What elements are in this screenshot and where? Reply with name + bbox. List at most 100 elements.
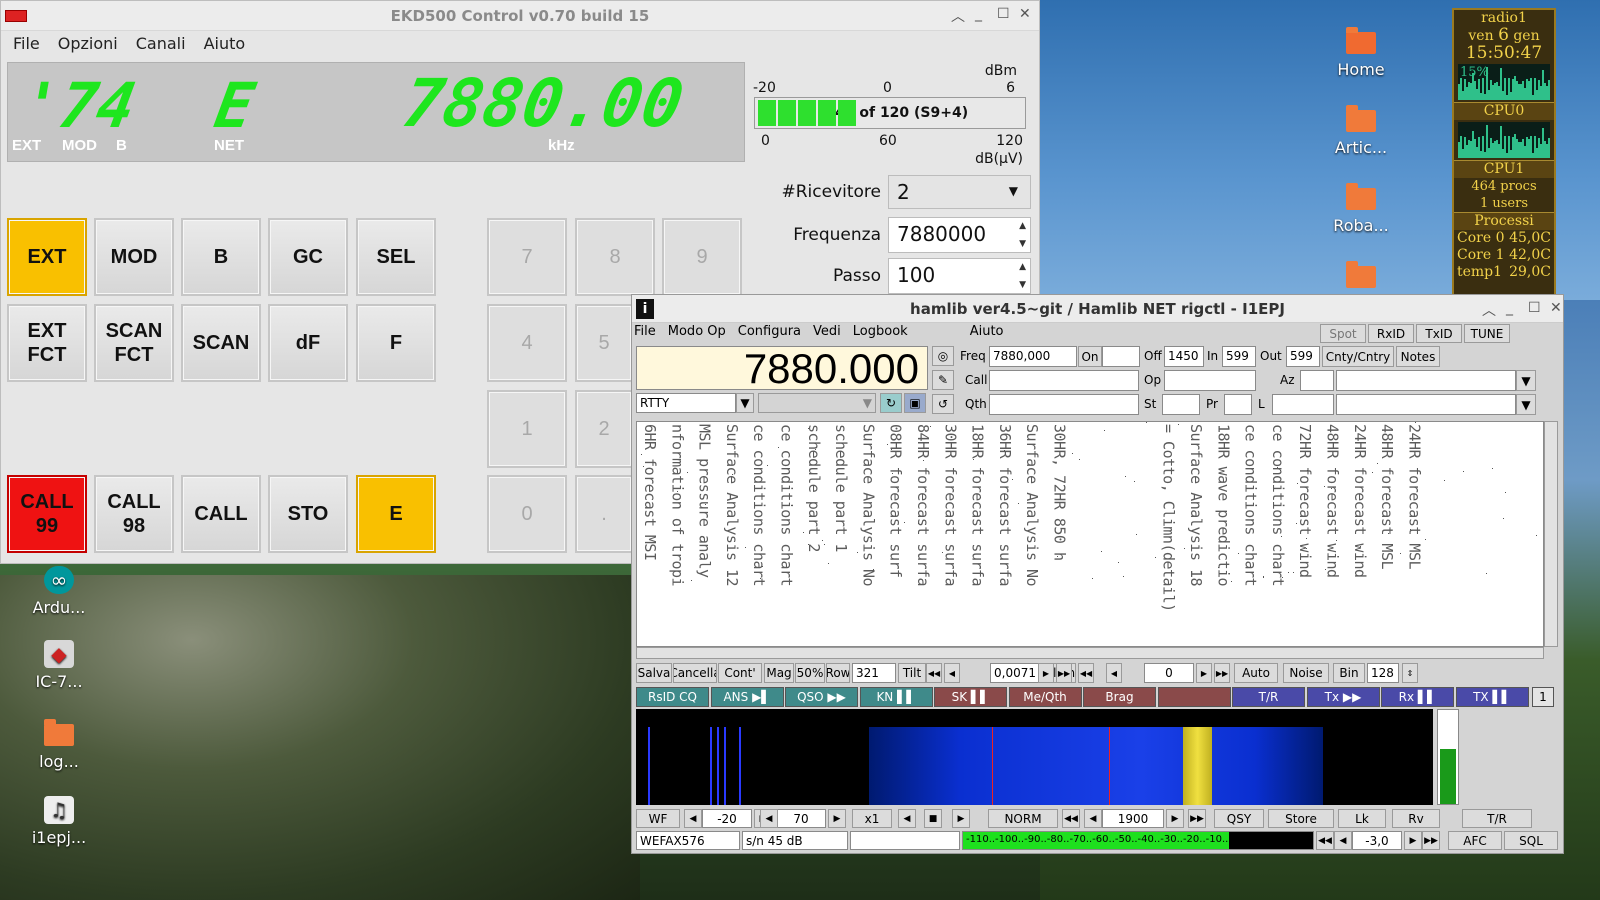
afc-toggle[interactable]: AFC bbox=[1448, 831, 1502, 850]
ricevitore-select[interactable]: 2 ▼ bbox=[888, 175, 1031, 209]
fldigi-titlebar[interactable]: i hamlib ver4.5~git / Hamlib NET rigctl … bbox=[632, 295, 1563, 323]
keypad-key-dot[interactable]: . bbox=[575, 475, 633, 553]
arrow-icon[interactable]: ◀◀ bbox=[926, 663, 942, 683]
keypad-key-2[interactable]: 2 bbox=[575, 390, 633, 468]
macro-button[interactable]: Me/Qth bbox=[1009, 687, 1082, 707]
waterfall-display[interactable] bbox=[636, 709, 1433, 805]
macro-button[interactable]: 1 bbox=[1532, 687, 1554, 707]
province-field[interactable] bbox=[1224, 394, 1252, 415]
clear-button[interactable]: Cancella bbox=[673, 663, 717, 683]
tag-icon[interactable]: ✎ bbox=[932, 370, 954, 390]
desktop-icon-roba[interactable]: Roba... bbox=[1326, 188, 1396, 235]
locator-field[interactable] bbox=[1272, 394, 1334, 415]
shade-icon[interactable]: ︿ bbox=[1482, 300, 1496, 320]
notes-button[interactable]: Notes bbox=[1396, 346, 1440, 367]
close-icon[interactable]: ✕ bbox=[1019, 6, 1031, 22]
norm-button[interactable]: NORM bbox=[988, 809, 1058, 828]
wf-button[interactable]: WF bbox=[636, 809, 680, 828]
clear-icon[interactable]: ↺ bbox=[932, 394, 954, 414]
ekd-button-gc[interactable]: GC bbox=[268, 218, 348, 296]
menu-file[interactable]: File bbox=[13, 34, 40, 54]
state-field[interactable] bbox=[1162, 394, 1200, 415]
sql-toggle[interactable]: SQL bbox=[1504, 831, 1558, 850]
desktop-icon-folder[interactable] bbox=[1326, 266, 1396, 294]
bandwidth-select[interactable]: ▼ bbox=[758, 393, 876, 413]
keypad-key-9[interactable]: 9 bbox=[662, 218, 742, 296]
tr-button[interactable]: T/R bbox=[1462, 809, 1532, 828]
noise-toggle[interactable]: Noise bbox=[1283, 663, 1329, 683]
arrow-icon[interactable]: ◀ bbox=[684, 809, 702, 828]
arrow-icon[interactable]: ▶ bbox=[1404, 831, 1422, 850]
arrow-icon[interactable]: ◀ bbox=[944, 663, 960, 683]
arrow-icon[interactable]: ▶▶ bbox=[1188, 809, 1206, 828]
arrow-icon[interactable]: ▶▶ bbox=[1214, 663, 1230, 683]
arrow-icon[interactable]: ▶▶ bbox=[1422, 831, 1440, 850]
ekd-button-mod[interactable]: MOD bbox=[94, 218, 174, 296]
on-time-button[interactable]: On bbox=[1078, 346, 1102, 367]
ekd-button-ext[interactable]: EXT bbox=[7, 218, 87, 296]
chevron-down-icon[interactable]: ▼ bbox=[1516, 394, 1536, 415]
ekd-button-call-99[interactable]: CALL 99 bbox=[7, 475, 87, 553]
arrow-icon[interactable]: ▶ bbox=[1038, 663, 1054, 683]
menu-aiuto[interactable]: Aiuto bbox=[204, 34, 246, 54]
on-time-field[interactable] bbox=[1102, 346, 1140, 367]
arrow-icon[interactable]: ◀ bbox=[1106, 663, 1122, 683]
freq-field[interactable]: 7880,000 bbox=[989, 346, 1077, 367]
macro-button[interactable]: T/R bbox=[1232, 687, 1305, 707]
maximize-icon[interactable]: ☐ bbox=[997, 6, 1010, 22]
keypad-key-7[interactable]: 7 bbox=[487, 218, 567, 296]
wf-low-field[interactable]: -20 bbox=[702, 809, 752, 828]
ekd-titlebar[interactable]: EKD500 Control v0.70 build 15 ︿ _ ☐ ✕ bbox=[1, 1, 1039, 31]
keypad-key-4[interactable]: 4 bbox=[487, 304, 567, 382]
menu-modo-op[interactable]: Modo Op bbox=[668, 324, 726, 342]
mag-select[interactable]: 50% bbox=[795, 663, 825, 683]
reverse-toggle[interactable]: Rv bbox=[1392, 809, 1440, 828]
maximize-icon[interactable]: ☐ bbox=[1528, 300, 1541, 316]
ekd-button-call[interactable]: CALL bbox=[181, 475, 261, 553]
arrow-icon[interactable]: ◀◀ bbox=[1316, 831, 1334, 850]
macro-button[interactable]: KN ▌▌ bbox=[860, 687, 933, 707]
auto-toggle[interactable]: Auto bbox=[1234, 663, 1278, 683]
qth-field[interactable] bbox=[989, 394, 1139, 415]
mode-select[interactable]: RTTY bbox=[636, 393, 736, 413]
arrow-icon[interactable]: ◀◀ bbox=[1062, 809, 1080, 828]
lock-toggle[interactable]: Lk bbox=[1338, 809, 1386, 828]
audio-freq-field[interactable]: 1900 bbox=[1102, 809, 1164, 828]
macro-button[interactable]: TX ▌▌ bbox=[1456, 687, 1529, 707]
cnty-button[interactable]: Cnty/Cntry bbox=[1322, 346, 1394, 367]
arrow-icon[interactable]: ▶ bbox=[952, 809, 970, 828]
desktop-icon-home[interactable]: Home bbox=[1326, 32, 1396, 79]
macro-button[interactable]: Tx ▶▶ bbox=[1307, 687, 1380, 707]
macro-button[interactable]: RsID CQ bbox=[636, 687, 709, 707]
macro-button[interactable]: SK ▌▌ bbox=[934, 687, 1007, 707]
tune-toggle[interactable]: TUNE bbox=[1464, 324, 1510, 343]
store-button[interactable]: Store bbox=[1268, 809, 1334, 828]
arrow-icon[interactable]: ◀ bbox=[1334, 831, 1352, 850]
rst-in-field[interactable]: 599 bbox=[1222, 346, 1256, 367]
chevron-down-icon[interactable]: ▼ bbox=[736, 393, 754, 413]
ekd-button-sto[interactable]: STO bbox=[268, 475, 348, 553]
align-field[interactable]: 0 bbox=[1144, 663, 1194, 683]
rst-out-field[interactable]: 599 bbox=[1286, 346, 1320, 367]
macro-button[interactable]: QSO ▶▶ bbox=[785, 687, 858, 707]
qsy-button[interactable]: QSY bbox=[1214, 809, 1264, 828]
menu-opzioni[interactable]: Opzioni bbox=[58, 34, 118, 54]
macro-button[interactable] bbox=[1158, 687, 1231, 707]
arrow-icon[interactable]: ■ bbox=[924, 809, 942, 828]
frequency-display[interactable]: 7880.000 bbox=[636, 346, 928, 390]
macro-button[interactable]: Brag bbox=[1083, 687, 1156, 707]
bin-toggle[interactable]: Bin bbox=[1333, 663, 1365, 683]
globe-icon[interactable]: ◎ bbox=[932, 346, 954, 366]
desktop-icon-i1epj[interactable]: ♫ i1epj... bbox=[24, 796, 94, 847]
off-field[interactable]: 1450 bbox=[1164, 346, 1204, 367]
keypad-key-5[interactable]: 5 bbox=[575, 304, 633, 382]
country-list[interactable] bbox=[1336, 394, 1516, 415]
ekd-button-df[interactable]: dF bbox=[268, 304, 348, 382]
keypad-key-0[interactable]: 0 bbox=[487, 475, 567, 553]
vertical-scrollbar[interactable] bbox=[1544, 421, 1558, 647]
macro-button[interactable]: ANS ▶▌ bbox=[711, 687, 784, 707]
arrow-icon[interactable]: ◀ bbox=[898, 809, 916, 828]
arrow-icon[interactable]: ▶▶ bbox=[1056, 663, 1072, 683]
save-button[interactable]: Salva bbox=[636, 663, 672, 683]
bin-field[interactable]: 128 bbox=[1367, 663, 1399, 683]
